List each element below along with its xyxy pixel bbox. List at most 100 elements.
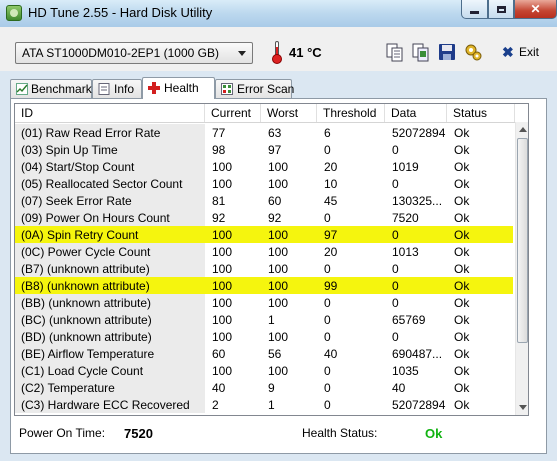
power-on-time-label: Power On Time: (19, 426, 106, 440)
options-button[interactable] (462, 41, 484, 63)
table-row[interactable]: (04) Start/Stop Count 100 100 20 1019 Ok (15, 158, 513, 175)
table-row[interactable]: (09) Power On Hours Count 92 92 0 7520 Ok (15, 209, 513, 226)
cell-current: 98 (212, 143, 226, 157)
copy-text-button[interactable] (384, 41, 406, 63)
cell-id: (C1) Load Cycle Count (21, 364, 144, 378)
cell-status: Ok (454, 126, 470, 140)
cell-data: 52072894 (392, 398, 446, 412)
cell-worst: 9 (268, 381, 275, 395)
cell-status: Ok (454, 143, 470, 157)
tab-benchmark-label: Benchmark (31, 82, 92, 96)
cell-data: 65769 (392, 313, 426, 327)
scroll-down-arrow-icon[interactable] (517, 401, 528, 415)
cell-threshold: 0 (324, 296, 331, 310)
cell-worst: 97 (268, 143, 282, 157)
table-row[interactable]: (BD) (unknown attribute) 100 100 0 0 Ok (15, 328, 513, 345)
column-header-id[interactable]: ID (15, 104, 205, 122)
cell-threshold: 0 (324, 381, 331, 395)
table-row[interactable]: (C2) Temperature 40 9 0 40 Ok (15, 379, 513, 396)
scrollbar-thumb[interactable] (517, 138, 528, 343)
tab-info[interactable]: Info (92, 79, 142, 98)
error-scan-icon (221, 83, 233, 95)
column-header-status[interactable]: Status (447, 104, 515, 122)
health-cross-icon (148, 82, 160, 94)
cell-current: 77 (212, 126, 226, 140)
save-icon (439, 44, 455, 60)
cell-worst: 100 (268, 262, 289, 276)
table-row[interactable]: (0A) Spin Retry Count 100 100 97 0 Ok (15, 226, 513, 243)
maximize-button[interactable] (488, 0, 514, 19)
column-header-data[interactable]: Data (385, 104, 447, 122)
cell-status: Ok (454, 177, 470, 191)
table-row[interactable]: (B8) (unknown attribute) 100 100 99 0 Ok (15, 277, 513, 294)
table-row[interactable]: (0C) Power Cycle Count 100 100 20 1013 Ok (15, 243, 513, 260)
tab-error-scan[interactable]: Error Scan (215, 79, 295, 98)
column-header-current[interactable]: Current (205, 104, 261, 122)
cell-data: 52072894 (392, 126, 446, 140)
close-icon: ✕ (530, 2, 541, 16)
cell-threshold: 0 (324, 398, 331, 412)
table-row[interactable]: (01) Raw Read Error Rate 77 63 6 52072894 Ok (15, 124, 513, 141)
copy-screenshot-icon (412, 43, 429, 62)
table-row[interactable]: (BE) Airflow Temperature 60 56 40 690487... O… (15, 345, 513, 362)
tab-benchmark[interactable]: Benchmark (10, 79, 92, 98)
column-header-worst[interactable]: Worst (261, 104, 317, 122)
exit-button[interactable]: ✖ Exit (498, 44, 544, 62)
cell-current: 81 (212, 194, 226, 208)
minimize-button[interactable] (461, 0, 488, 19)
cell-data: 1035 (392, 364, 419, 378)
save-button[interactable] (436, 41, 458, 63)
cell-status: Ok (454, 296, 470, 310)
cell-worst: 100 (268, 296, 289, 310)
cell-current: 100 (212, 262, 233, 276)
cell-id: (01) Raw Read Error Rate (21, 126, 161, 140)
table-row[interactable]: (B7) (unknown attribute) 100 100 0 0 Ok (15, 260, 513, 277)
vertical-scrollbar[interactable] (515, 122, 528, 415)
cell-data: 130325... (392, 194, 443, 208)
table-row[interactable]: (05) Reallocated Sector Count 100 100 10 0 Ok (15, 175, 513, 192)
cell-status: Ok (454, 381, 470, 395)
cell-threshold: 0 (324, 313, 331, 327)
chevron-down-icon (238, 51, 246, 56)
tab-error-scan-label: Error Scan (237, 82, 295, 96)
cell-data: 0 (392, 262, 399, 276)
cell-worst: 56 (268, 347, 282, 361)
cell-id: (C3) Hardware ECC Recovered (21, 398, 190, 412)
tab-info-label: Info (114, 82, 135, 96)
title-bar: HD Tune 2.55 - Hard Disk Utility ✕ (0, 0, 557, 27)
cell-worst: 100 (268, 160, 289, 174)
copy-text-icon (386, 43, 403, 62)
table-row[interactable]: (BC) (unknown attribute) 100 1 0 65769 Ok (15, 311, 513, 328)
tab-health[interactable]: Health (142, 77, 215, 99)
cell-current: 2 (212, 398, 219, 412)
cell-id: (07) Seek Error Rate (21, 194, 132, 208)
cell-id: (0A) Spin Retry Count (21, 228, 139, 242)
table-row[interactable]: (C1) Load Cycle Count 100 100 0 1035 Ok (15, 362, 513, 379)
table-row[interactable]: (03) Spin Up Time 98 97 0 0 Ok (15, 141, 513, 158)
cell-data: 7520 (392, 211, 419, 225)
cell-status: Ok (454, 279, 470, 293)
cell-current: 100 (212, 279, 233, 293)
cell-threshold: 0 (324, 143, 331, 157)
maximize-icon (496, 5, 506, 13)
close-button[interactable]: ✕ (514, 0, 557, 19)
cell-data: 0 (392, 177, 399, 191)
thermometer-icon (272, 41, 282, 64)
table-row[interactable]: (BB) (unknown attribute) 100 100 0 0 Ok (15, 294, 513, 311)
power-on-time-value: 7520 (124, 426, 153, 441)
cell-id: (04) Start/Stop Count (21, 160, 135, 174)
drive-select[interactable]: ATA ST1000DM010-2EP1 (1000 GB) (15, 42, 253, 64)
table-row[interactable]: (07) Seek Error Rate 81 60 45 130325... Ok (15, 192, 513, 209)
cell-id: (BD) (unknown attribute) (21, 330, 152, 344)
column-header-threshold[interactable]: Threshold (317, 104, 385, 122)
smart-attributes-table[interactable]: ID Current Worst Threshold Data Status (… (14, 103, 529, 416)
exit-label: Exit (519, 45, 540, 59)
scroll-up-arrow-icon[interactable] (517, 123, 528, 137)
cell-data: 1019 (392, 160, 419, 174)
copy-screenshot-button[interactable] (410, 41, 432, 63)
table-row[interactable]: (C3) Hardware ECC Recovered 2 1 0 52072894 Ok (15, 396, 513, 413)
cell-id: (BB) (unknown attribute) (21, 296, 152, 310)
cell-current: 100 (212, 228, 233, 242)
drive-select-value: ATA ST1000DM010-2EP1 (1000 GB) (22, 46, 219, 60)
cell-threshold: 40 (324, 347, 338, 361)
